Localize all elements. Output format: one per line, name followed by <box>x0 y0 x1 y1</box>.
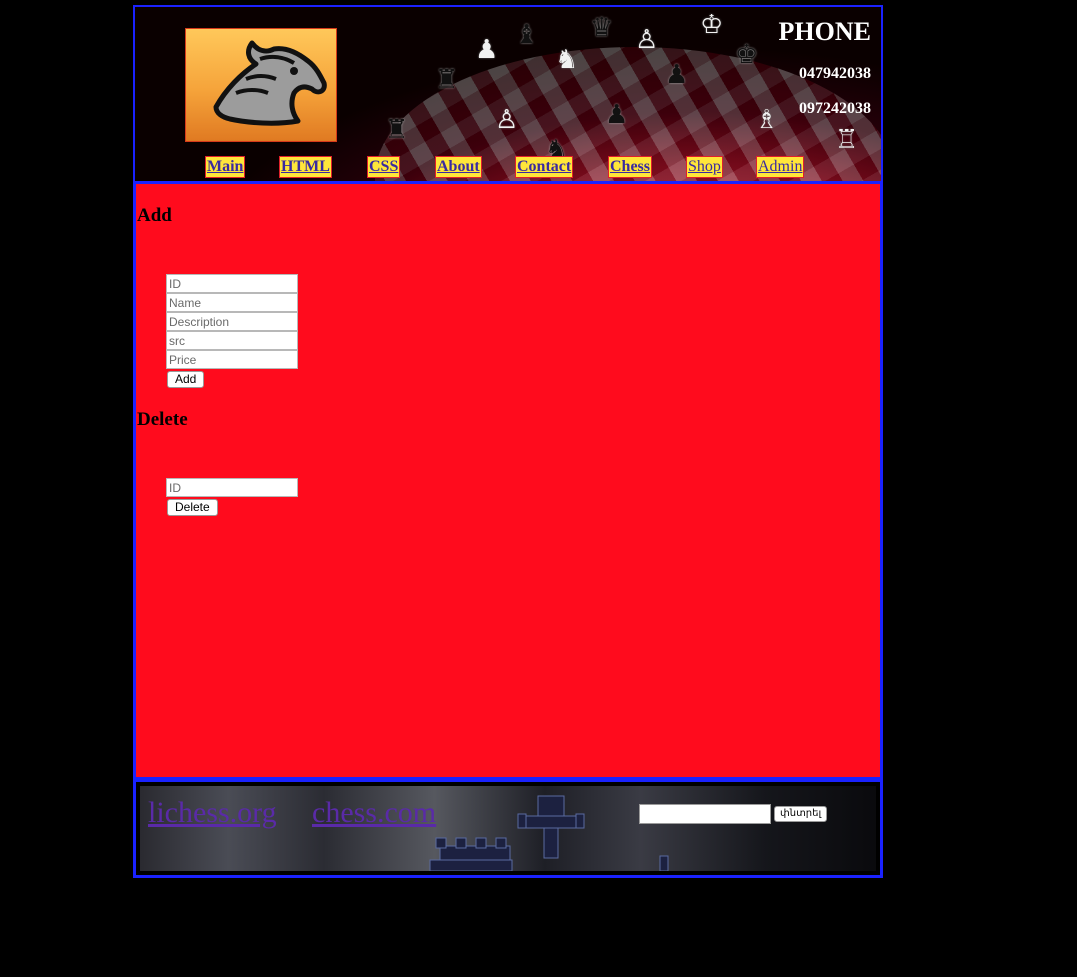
chess-piece-icon: ♟ <box>665 60 689 90</box>
nav-item-contact[interactable]: Contact <box>515 156 574 178</box>
horse-head-icon <box>213 40 327 126</box>
nav-item-html[interactable]: HTML <box>279 156 332 178</box>
chess-piece-icon: ♛ <box>590 13 614 43</box>
phone-title: PHONE <box>778 17 871 46</box>
delete-button[interactable]: Delete <box>167 499 218 516</box>
chess-piece-icon: ♖ <box>835 125 859 155</box>
phone-number: 047942038 <box>799 65 871 82</box>
add-id-input[interactable] <box>166 274 298 293</box>
chess-piece-icon: ♟ <box>605 100 629 130</box>
delete-section-title: Delete <box>137 409 188 430</box>
footer-banner: lichess.org chess.com փնտրել <box>140 786 876 871</box>
add-name-input[interactable] <box>166 293 298 312</box>
nav-item-about[interactable]: About <box>435 156 482 178</box>
add-button[interactable]: Add <box>167 371 205 388</box>
search-input[interactable] <box>639 804 771 824</box>
chess-piece-icon: ♟ <box>475 35 499 65</box>
nav-item-css[interactable]: CSS <box>367 156 401 178</box>
chess-piece-icon: ♜ <box>385 115 409 145</box>
footer-link-lichess[interactable]: lichess.org <box>148 796 277 830</box>
chess-piece-icon: ♚ <box>735 40 759 70</box>
add-src-input[interactable] <box>166 331 298 350</box>
delete-id-input[interactable] <box>166 478 298 497</box>
chess-piece-icon: ♗ <box>755 105 779 135</box>
chess-piece-icon: ♝ <box>515 20 539 50</box>
chess-piece-icon: ♜ <box>435 65 459 95</box>
chess-piece-icon: ♙ <box>495 105 519 135</box>
site-header: ♜ ♟ ♝ ♞ ♛ ♙ ♟ ♔ ♚ ♗ ♟ ♙ ♜ ♖ ♞ PHONE 0479… <box>133 5 883 183</box>
chess-piece-icon: ♔ <box>700 10 724 40</box>
phone-number: 097242038 <box>799 100 871 117</box>
admin-panel: Add Add Delete Delete <box>133 181 883 780</box>
chess-piece-icon: ♞ <box>555 45 579 75</box>
site-footer: lichess.org chess.com փնտրել <box>133 779 883 878</box>
nav-item-shop[interactable]: Shop <box>686 156 723 178</box>
site-logo <box>185 28 337 142</box>
chess-piece-icon: ♙ <box>635 25 659 55</box>
nav-item-main[interactable]: Main <box>205 156 246 178</box>
footer-link-chess-com[interactable]: chess.com <box>312 796 436 830</box>
nav-item-admin[interactable]: Admin <box>756 156 805 178</box>
add-section-title: Add <box>137 205 172 226</box>
search-button[interactable]: փնտրել <box>774 806 828 822</box>
add-description-input[interactable] <box>166 312 298 331</box>
add-price-input[interactable] <box>166 350 298 369</box>
nav-item-chess[interactable]: Chess <box>608 156 653 178</box>
